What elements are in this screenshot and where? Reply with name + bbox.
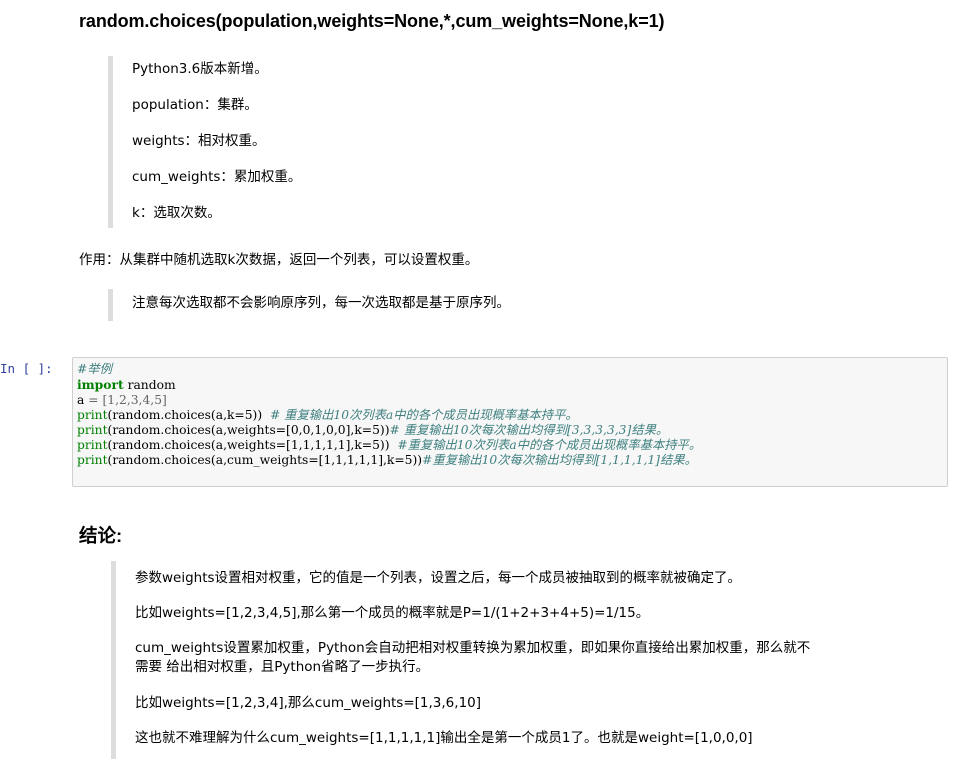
- param-item: cum_weights：累加权重。: [132, 169, 302, 185]
- code-list: [1,2,3,4,5]: [102, 393, 167, 407]
- code-builtin: print: [77, 408, 108, 422]
- param-item: population：集群。: [132, 97, 258, 113]
- code-text: (random.choices(a,k=5)): [107, 408, 263, 422]
- conclusion-item: 需要 给出相对权重，且Python省略了一步执行。: [135, 659, 430, 675]
- code-text: (random.choices(a,weights=[0,0,1,0,0],k=…: [107, 423, 390, 437]
- code-comment: #重复输出10次列表a中的各个成员出现概率基本持平。: [389, 438, 702, 452]
- cell-prompt: In [ ]:: [0, 361, 53, 376]
- param-item: weights：相对权重。: [132, 133, 266, 149]
- function-signature-heading: random.choices(population,weights=None,*…: [79, 11, 665, 31]
- conclusion-item: cum_weights设置累加权重，Python会自动把相对权重转换为累加权重，…: [135, 640, 811, 656]
- conclusion-blockquote: 参数weights设置相对权重，它的值是一个列表，设置之后，每一个成员被抽取到的…: [111, 561, 896, 759]
- code-builtin: print: [77, 423, 108, 437]
- param-item: Python3.6版本新增。: [132, 61, 268, 77]
- code-text: (random.choices(a,weights=[1,1,1,1,1],k=…: [107, 438, 390, 452]
- conclusion-item: 参数weights设置相对权重，它的值是一个列表，设置之后，每一个成员被抽取到的…: [135, 570, 742, 586]
- code-comment: # 重复输出10次列表a中的各个成员出现概率基本持平。: [262, 408, 578, 422]
- effect-text: 作用：从集群中随机选取k次数据，返回一个列表，可以设置权重。: [79, 252, 479, 268]
- code-comment: #重复输出10次每次输出均得到[1,1,1,1,1]结果。: [422, 453, 697, 467]
- code-keyword: import: [77, 377, 124, 392]
- code-cell-input[interactable]: #举例 import random a = [1,2,3,4,5] print(…: [72, 357, 948, 487]
- code-comment: #举例: [77, 362, 112, 376]
- conclusion-item: 这也就不难理解为什么cum_weights=[1,1,1,1,1]输出全是第一个…: [135, 730, 753, 746]
- code-text: (random.choices(a,cum_weights=[1,1,1,1,1…: [107, 453, 423, 467]
- note-blockquote: 注意每次选取都不会影响原序列，每一次选取都是基于原序列。: [108, 289, 813, 321]
- conclusion-item: 比如weights=[1,2,3,4],那么cum_weights=[1,3,6…: [135, 695, 482, 711]
- code-operator: =: [84, 393, 103, 407]
- code-comment: # 重复输出10次每次输出均得到[3,3,3,3,3]结果。: [389, 423, 669, 437]
- code-builtin: print: [77, 438, 108, 452]
- conclusion-heading: 结论:: [79, 525, 123, 546]
- code-block[interactable]: #举例 import random a = [1,2,3,4,5] print(…: [77, 362, 701, 468]
- note-text: 注意每次选取都不会影响原序列，每一次选取都是基于原序列。: [132, 295, 510, 311]
- code-text: random: [123, 378, 176, 392]
- parameters-blockquote: Python3.6版本新增。 population：集群。 weights：相对…: [108, 56, 813, 228]
- conclusion-item: 比如weights=[1,2,3,4,5],那么第一个成员的概率就是P=1/(1…: [135, 605, 650, 621]
- code-builtin: print: [77, 453, 108, 467]
- param-item: k：选取次数。: [132, 205, 221, 221]
